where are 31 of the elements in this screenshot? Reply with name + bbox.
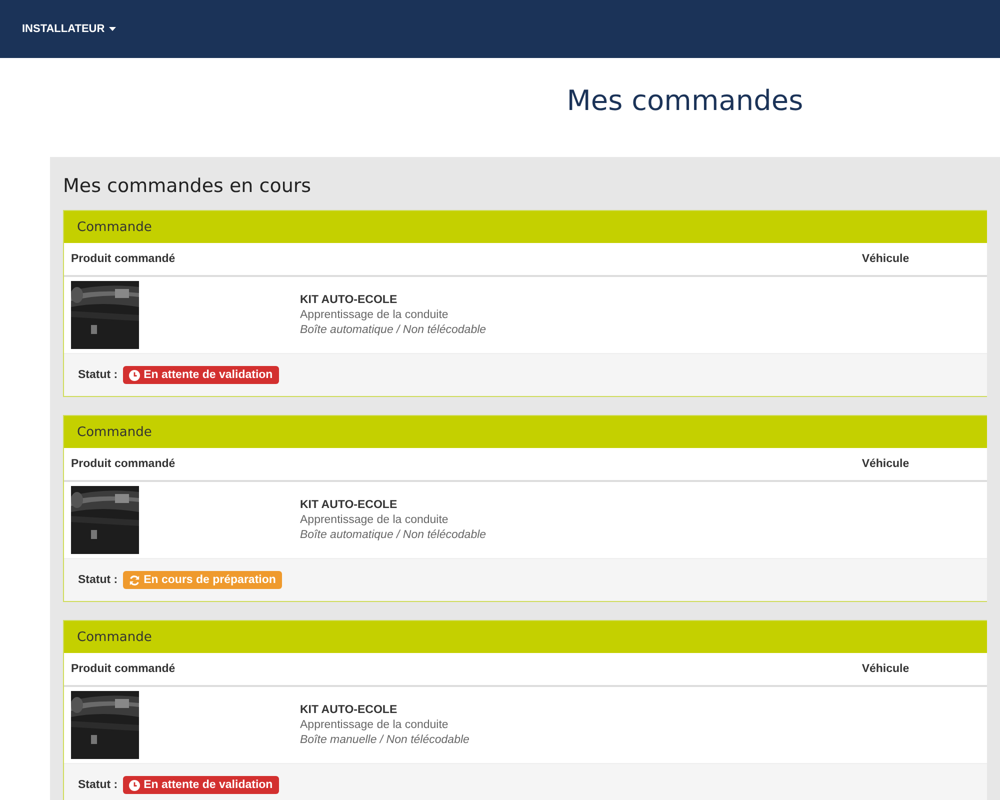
refresh-icon bbox=[128, 574, 140, 586]
product-options: Boîte manuelle / Non télécodable bbox=[300, 734, 470, 746]
column-header: Véhicule bbox=[860, 253, 910, 265]
card-heading: Commande bbox=[64, 416, 987, 448]
product-options: Boîte automatique / Non télécodable bbox=[300, 529, 486, 541]
clock-icon bbox=[128, 370, 140, 380]
product-subtitle: Apprentissage de la conduite bbox=[300, 514, 450, 526]
status-label: Statut : bbox=[78, 574, 118, 586]
product-name: KIT AUTO-ECOLE bbox=[300, 704, 398, 716]
product-name: KIT AUTO-ECOLE bbox=[300, 294, 398, 306]
product-options: Boîte automatique / Non télécodable bbox=[300, 324, 486, 336]
status-label: Statut : bbox=[78, 369, 118, 381]
status-text: En attente de validation bbox=[144, 369, 273, 381]
clock-icon bbox=[128, 780, 140, 790]
status-text: En cours de préparation bbox=[144, 574, 276, 586]
status-text: En attente de validation bbox=[144, 779, 273, 791]
card-heading: Commande bbox=[64, 621, 987, 653]
product-subtitle: Apprentissage de la conduite bbox=[300, 309, 450, 321]
column-header: Produit commandé bbox=[70, 663, 176, 675]
column-header: Produit commandé bbox=[70, 253, 176, 265]
status-label: Statut : bbox=[78, 779, 118, 791]
column-header: Véhicule bbox=[860, 458, 910, 470]
caret-icon bbox=[108, 27, 116, 31]
product-subtitle: Apprentissage de la conduite bbox=[300, 719, 450, 731]
column-header: Produit commandé bbox=[70, 458, 176, 470]
card-heading: Commande bbox=[64, 211, 987, 243]
page-title: Mes commandes bbox=[566, 83, 804, 119]
panel-title: Mes commandes en cours bbox=[63, 175, 312, 197]
product-name: KIT AUTO-ECOLE bbox=[300, 499, 398, 511]
column-header: Véhicule bbox=[860, 663, 910, 675]
installer-menu[interactable]: INSTALLATEUR bbox=[22, 23, 116, 35]
